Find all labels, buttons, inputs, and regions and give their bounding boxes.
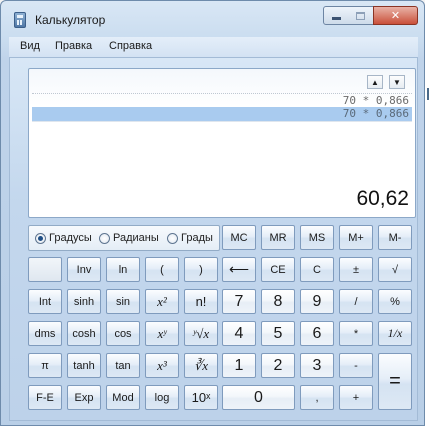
digit-9-button[interactable]: 9 — [300, 289, 334, 314]
digit-5-button[interactable]: 5 — [261, 321, 295, 346]
background-window-mark — [427, 88, 435, 100]
history-up-button[interactable]: ▲ — [367, 75, 383, 89]
radio-radians-label: Радианы — [113, 232, 159, 244]
background-window-edge — [425, 0, 435, 426]
radio-degrees[interactable]: Градусы — [35, 232, 92, 244]
digit-0-button[interactable]: 0 — [222, 385, 295, 410]
radio-degrees-label: Градусы — [49, 232, 92, 244]
dms-button[interactable]: dms — [28, 321, 62, 346]
ms-button[interactable]: MS — [300, 225, 334, 250]
history-divider — [32, 121, 412, 122]
mc-button[interactable]: MC — [222, 225, 256, 250]
digit-3-button[interactable]: 3 — [300, 353, 334, 378]
window-title: Калькулятор — [35, 13, 106, 27]
divide-button[interactable]: / — [339, 289, 373, 314]
close-button[interactable]: ✕ — [373, 6, 418, 25]
inv-button[interactable]: Inv — [67, 257, 101, 282]
cos-button[interactable]: cos — [106, 321, 140, 346]
maximize-icon — [356, 11, 365, 20]
radio-radians[interactable]: Радианы — [99, 232, 159, 244]
multiply-button[interactable]: * — [339, 321, 373, 346]
sin-button[interactable]: sin — [106, 289, 140, 314]
fe-button[interactable]: F-E — [28, 385, 62, 410]
equals-button[interactable]: = — [378, 353, 412, 410]
radio-empty-icon — [99, 232, 110, 244]
display-panel: ▲ ▼ 70 * 0,866 70 * 0,866 60,62 — [28, 68, 416, 218]
close-paren-button[interactable]: ) — [184, 257, 218, 282]
arrow-down-icon: ▼ — [393, 77, 401, 87]
digit-4-button[interactable]: 4 — [222, 321, 256, 346]
sqrt-button[interactable]: √ — [378, 257, 412, 282]
pi-button[interactable]: π — [28, 353, 62, 378]
tan-button[interactable]: tan — [106, 353, 140, 378]
history-entry-selected[interactable]: 70 * 0,866 — [32, 107, 412, 121]
open-paren-button[interactable]: ( — [145, 257, 179, 282]
cube-button[interactable]: x³ — [145, 353, 179, 378]
reciprocal-button[interactable]: 1/x — [378, 321, 412, 346]
digit-7-button[interactable]: 7 — [222, 289, 256, 314]
minimize-icon — [331, 17, 341, 20]
digit-2-button[interactable]: 2 — [261, 353, 295, 378]
sinh-button[interactable]: sinh — [67, 289, 101, 314]
menu-view[interactable]: Вид — [20, 40, 40, 52]
ten-power-button[interactable]: 10ˣ — [184, 385, 218, 410]
ce-button[interactable]: CE — [261, 257, 295, 282]
menu-edit[interactable]: Правка — [55, 40, 92, 52]
int-button[interactable]: Int — [28, 289, 62, 314]
mod-button[interactable]: Mod — [106, 385, 140, 410]
history-down-button[interactable]: ▼ — [389, 75, 405, 89]
calculator-body: ▲ ▼ 70 * 0,866 70 * 0,866 60,62 Градусы … — [9, 57, 418, 421]
square-button[interactable]: x² — [145, 289, 179, 314]
calculator-window: Калькулятор ✕ Вид Правка Справка ▲ ▼ 70 … — [0, 0, 425, 426]
tanh-button[interactable]: tanh — [67, 353, 101, 378]
result-value: 60,62 — [356, 187, 409, 210]
history-entry[interactable]: 70 * 0,866 — [32, 93, 412, 107]
radio-selected-icon — [35, 232, 46, 244]
close-icon: ✕ — [390, 10, 401, 22]
add-button[interactable]: + — [339, 385, 373, 410]
empty-button — [28, 257, 62, 282]
digit-8-button[interactable]: 8 — [261, 289, 295, 314]
minimize-button[interactable] — [323, 6, 349, 25]
decimal-button[interactable]: , — [300, 385, 334, 410]
m-plus-button[interactable]: M+ — [339, 225, 373, 250]
cube-root-button[interactable]: ∛x — [184, 353, 218, 378]
maximize-button[interactable] — [348, 6, 374, 25]
cosh-button[interactable]: cosh — [67, 321, 101, 346]
ln-button[interactable]: ln — [106, 257, 140, 282]
calculator-icon — [14, 12, 26, 28]
exp-button[interactable]: Exp — [67, 385, 101, 410]
plus-minus-button[interactable]: ± — [339, 257, 373, 282]
power-button[interactable]: xʸ — [145, 321, 179, 346]
backspace-button[interactable]: ⟵ — [222, 257, 256, 282]
clear-button[interactable]: C — [300, 257, 334, 282]
radio-grads[interactable]: Грады — [167, 232, 213, 244]
angle-unit-group: Градусы Радианы Грады — [28, 225, 220, 251]
menu-bar: Вид Правка Справка — [9, 37, 418, 57]
digit-6-button[interactable]: 6 — [300, 321, 334, 346]
radio-empty-icon — [167, 232, 178, 244]
log-button[interactable]: log — [145, 385, 179, 410]
m-minus-button[interactable]: M- — [378, 225, 412, 250]
percent-button[interactable]: % — [378, 289, 412, 314]
menu-help[interactable]: Справка — [109, 40, 152, 52]
mr-button[interactable]: MR — [261, 225, 295, 250]
yroot-button[interactable]: ʸ√x — [184, 321, 218, 346]
title-bar: Калькулятор ✕ — [1, 1, 426, 37]
digit-1-button[interactable]: 1 — [222, 353, 256, 378]
arrow-up-icon: ▲ — [371, 77, 379, 87]
subtract-button[interactable]: - — [339, 353, 373, 378]
factorial-button[interactable]: n! — [184, 289, 218, 314]
radio-grads-label: Грады — [181, 232, 213, 244]
